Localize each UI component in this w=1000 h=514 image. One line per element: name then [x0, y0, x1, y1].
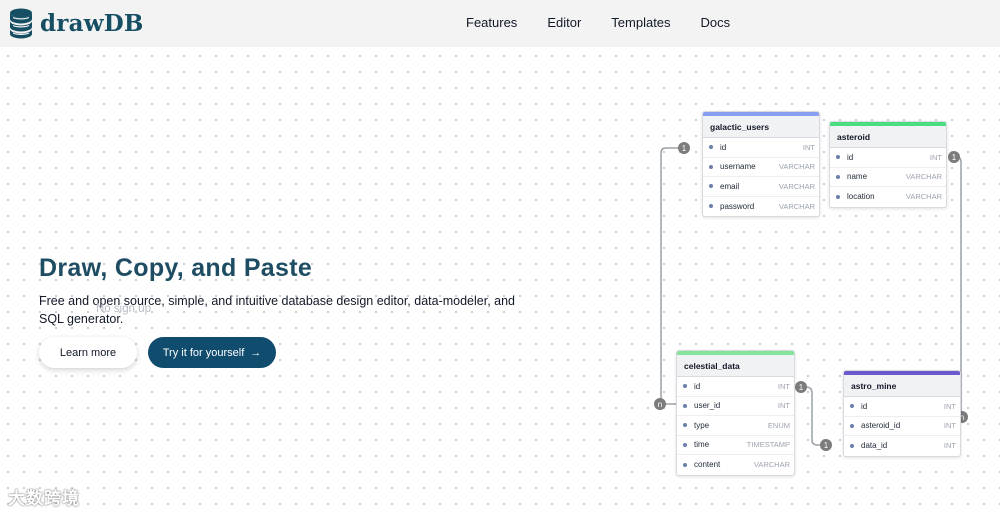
table-row[interactable]: location VARCHAR [830, 187, 946, 207]
field-type: INT [777, 381, 790, 391]
logo[interactable]: drawDB [8, 7, 144, 39]
field-dot-icon [836, 194, 840, 199]
field-type: VARCHAR [905, 172, 942, 182]
field-dot-icon [709, 204, 713, 209]
relation-celestial-mine-line [800, 386, 826, 446]
arrow-right-icon: → [250, 346, 262, 359]
table-header: galactic_users [703, 116, 819, 138]
database-logo-icon [10, 8, 32, 39]
relation-one-marker [678, 142, 690, 154]
field-name: content [694, 460, 721, 470]
field-name: id [847, 152, 854, 162]
field-dot-icon [683, 423, 687, 428]
relation-many-label: n [658, 400, 662, 409]
table-row[interactable]: id INT [830, 148, 946, 168]
field-name: name [847, 172, 868, 182]
table-row[interactable]: data_id INT [844, 436, 960, 456]
field-type: INT [943, 421, 956, 431]
field-dot-icon [836, 174, 840, 179]
table-row[interactable]: time TIMESTAMP [677, 436, 794, 455]
field-name: username [720, 162, 756, 172]
relation-many-marker [654, 398, 666, 410]
main-nav: Features Editor Templates Docs [466, 15, 760, 30]
field-name: id [861, 401, 868, 411]
relation-one-marker [820, 439, 832, 451]
table-celestial-data[interactable]: celestial_data id INT user_id INT type ENUM… [676, 350, 795, 476]
field-dot-icon [709, 164, 713, 169]
field-type: ENUM [767, 420, 790, 430]
table-row[interactable]: id INT [844, 397, 960, 417]
field-name: type [694, 420, 710, 430]
hero-title: Draw, Copy, and Paste [39, 254, 313, 282]
logo-text: drawDB [40, 9, 144, 37]
field-name: location [847, 192, 875, 202]
field-type: INT [929, 152, 942, 162]
nav-docs-link[interactable]: Docs [701, 15, 731, 30]
field-name: time [694, 440, 710, 450]
relation-one-label: 1 [952, 153, 957, 162]
field-type: VARCHAR [778, 181, 815, 191]
relation-one-marker [948, 151, 960, 163]
relation-one-marker [795, 381, 807, 393]
table-galactic-users[interactable]: galactic_users id INT username VARCHAR ema… [702, 111, 820, 217]
field-type: INT [943, 441, 956, 451]
nav-editor-link[interactable]: Editor [547, 15, 581, 30]
field-name: password [720, 201, 755, 211]
field-dot-icon [850, 443, 854, 448]
table-row[interactable]: username VARCHAR [703, 158, 819, 177]
field-dot-icon [709, 184, 713, 189]
field-dot-icon [683, 462, 687, 467]
table-asteroid[interactable]: asteroid id INT name VARCHAR location VARCH… [829, 121, 947, 208]
field-type: VARCHAR [905, 192, 942, 202]
nav-templates-link[interactable]: Templates [611, 15, 670, 30]
no-signup-note: No sign up [96, 303, 151, 315]
field-name: asteroid_id [861, 421, 901, 431]
table-row[interactable]: asteroid_id INT [844, 417, 960, 436]
table-row[interactable]: content VARCHAR [677, 455, 794, 475]
field-dot-icon [683, 442, 687, 447]
field-dot-icon [850, 423, 854, 428]
table-header: asteroid [830, 126, 946, 148]
field-dot-icon [683, 403, 687, 408]
learn-more-button[interactable]: Learn more [39, 337, 137, 368]
nav-features-link[interactable]: Features [466, 15, 517, 30]
table-row[interactable]: id INT [703, 138, 819, 158]
field-type: INT [777, 401, 790, 411]
field-name: email [720, 181, 740, 191]
field-type: INT [943, 401, 956, 411]
table-row[interactable]: name VARCHAR [830, 168, 946, 187]
field-name: user_id [694, 401, 721, 411]
learn-more-label: Learn more [59, 346, 117, 359]
field-name: data_id [861, 441, 888, 451]
field-type: INT [802, 142, 815, 152]
field-dot-icon [836, 155, 840, 160]
top-header: drawDB Features Editor Templates Docs [0, 0, 1000, 47]
field-dot-icon [683, 384, 687, 389]
field-name: id [720, 142, 727, 152]
try-it-button[interactable]: Try it for yourself → [148, 337, 276, 368]
try-it-label: Try it for yourself [162, 346, 245, 359]
field-type: TIMESTAMP [746, 440, 790, 450]
field-type: VARCHAR [778, 162, 815, 172]
field-type: VARCHAR [753, 460, 790, 470]
table-row[interactable]: password VARCHAR [703, 197, 819, 217]
watermark: 大数跨境 [8, 489, 80, 508]
table-row[interactable]: id INT [677, 377, 794, 397]
field-name: id [694, 381, 701, 391]
table-row[interactable]: type ENUM [677, 416, 794, 436]
table-astro-mine[interactable]: astro_mine id INT asteroid_id INT data_id I… [843, 370, 961, 457]
relation-one-label: 1 [682, 144, 687, 153]
table-header: astro_mine [844, 375, 960, 397]
field-dot-icon [850, 404, 854, 409]
field-dot-icon [709, 145, 713, 150]
table-row[interactable]: email VARCHAR [703, 177, 819, 197]
field-type: VARCHAR [778, 201, 815, 211]
relation-one-label: 1 [824, 441, 829, 450]
relation-one-label: 1 [799, 383, 804, 392]
table-row[interactable]: user_id INT [677, 397, 794, 416]
table-header: celestial_data [677, 355, 794, 377]
